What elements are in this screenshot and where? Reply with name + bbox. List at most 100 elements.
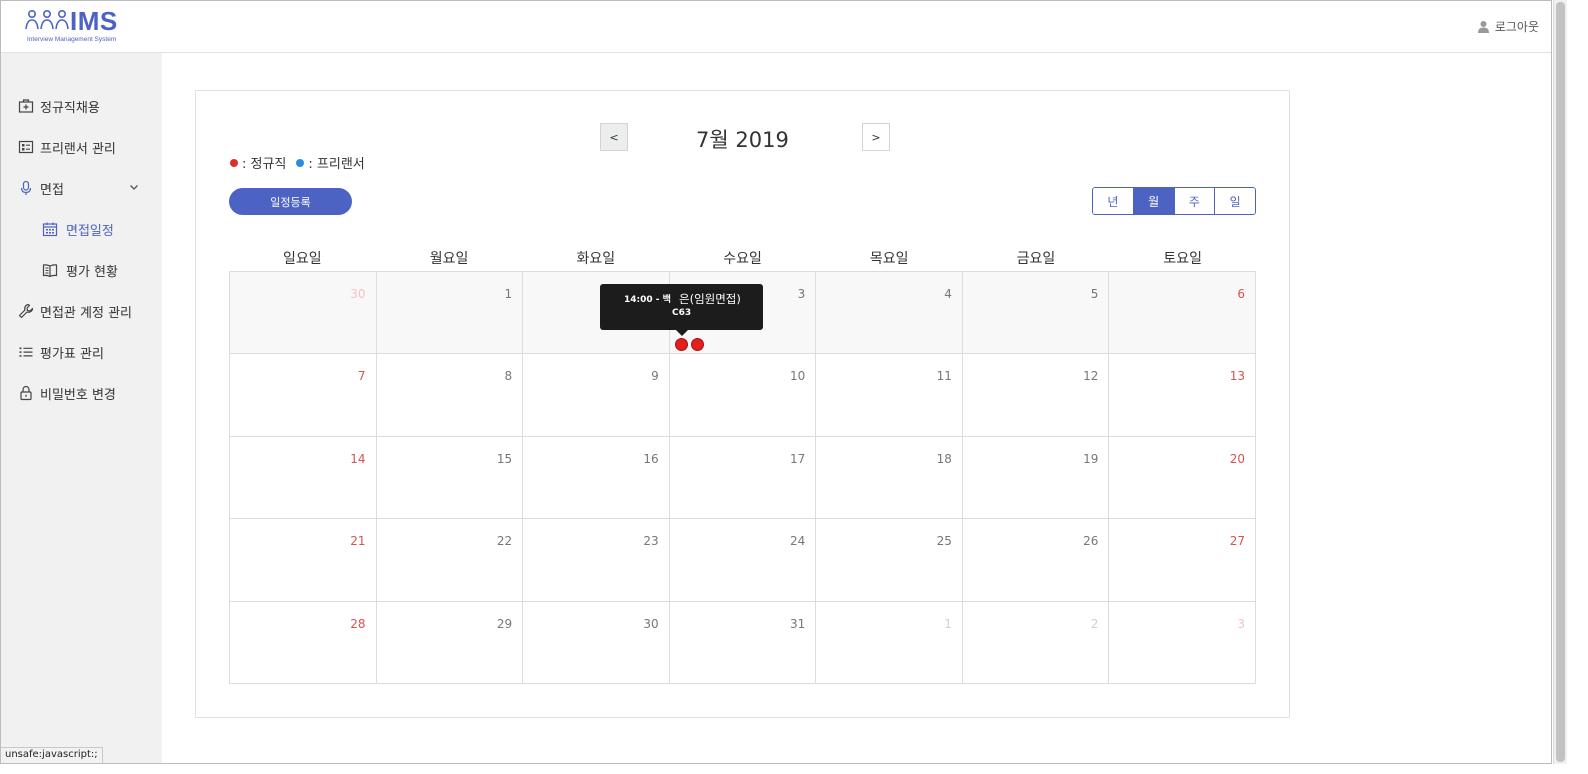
sidebar-item-label: 평가표 관리 (40, 347, 104, 362)
calendar-day-cell[interactable]: 1 (816, 601, 963, 684)
red-dot-icon (230, 158, 238, 167)
calendar-day-cell[interactable]: 11 (816, 354, 963, 437)
logout-label: 로그아웃 (1494, 20, 1539, 34)
day-number: 17 (790, 451, 806, 466)
calendar-day-cell[interactable]: 1 (376, 272, 524, 355)
calendar-day-cell[interactable]: 21 (230, 519, 377, 602)
sidebar-item-interview-schedule[interactable]: 면접일정 (1, 214, 162, 244)
calendar-day-cell[interactable]: 19 (962, 436, 1110, 520)
weekday-fri: 금요일 (1016, 251, 1056, 267)
sidebar-item-label: 평가 현황 (66, 265, 118, 280)
calendar-day-cell[interactable]: 5 (962, 272, 1110, 355)
day-number: 16 (643, 451, 659, 466)
calendar-day-cell[interactable]: 20 (1109, 436, 1256, 520)
status-bar-url: unsafe:javascript:; (1, 747, 103, 763)
view-day-button[interactable]: 일 (1214, 188, 1255, 214)
event-dot-regular[interactable] (691, 338, 704, 351)
logo-text: IMS (70, 6, 118, 36)
calendar-day-cell[interactable]: 22 (376, 519, 524, 602)
sidebar-item-change-password[interactable]: 비밀번호 변경 (1, 378, 162, 408)
day-number: 19 (1083, 451, 1099, 466)
logout-link[interactable]: 로그아웃 (1477, 18, 1539, 35)
sidebar-item-label: 프리랜서 관리 (40, 142, 116, 157)
day-number: 6 (1237, 287, 1245, 301)
sidebar-item-evaluation-sheet[interactable]: 평가표 관리 (1, 337, 162, 367)
day-number: 21 (350, 534, 366, 549)
calendar-day-cell[interactable]: 24 (669, 519, 817, 602)
event-dot-regular[interactable] (675, 338, 688, 351)
legend-label: : 프리랜서 (308, 157, 365, 172)
calendar-day-cell[interactable]: 30 (523, 601, 670, 684)
day-number: 31 (790, 616, 806, 631)
prev-month-button[interactable]: < (600, 123, 628, 151)
calendar-day-cell[interactable]: 9 (523, 354, 670, 437)
calendar-day-cell[interactable]: 26 (962, 519, 1110, 602)
calendar-day-cell[interactable]: 13 (1109, 354, 1256, 437)
logo-subtitle: Interview Management System (27, 36, 117, 43)
calendar-day-cell[interactable]: 23 (523, 519, 670, 602)
day-number: 13 (1229, 369, 1245, 384)
sidebar-item-label: 정규직채용 (40, 101, 100, 116)
calendar-day-cell[interactable]: 2 (962, 601, 1110, 684)
scrollbar-thumb[interactable] (1556, 2, 1565, 762)
day-number: 15 (496, 451, 513, 466)
day-number: 18 (936, 451, 952, 466)
day-number: 10 (790, 369, 806, 384)
day-number: 2 (1090, 616, 1099, 631)
view-year-button[interactable]: 년 (1093, 188, 1133, 214)
view-week-button[interactable]: 주 (1173, 188, 1215, 214)
sidebar-item-freelancer[interactable]: 프리랜서 관리 (1, 132, 162, 162)
legend-item-freelancer: : 프리랜서 (296, 153, 365, 172)
day-number: 1 (944, 616, 952, 631)
vertical-scrollbar[interactable] (1553, 0, 1567, 764)
calendar-day-cell[interactable]: 3 (1109, 601, 1256, 684)
calendar-day-cell[interactable]: 31 (669, 601, 817, 684)
calendar-day-cell[interactable]: 30 (230, 272, 377, 355)
day-number: 11 (936, 369, 952, 384)
sidebar-item-evaluation-status[interactable]: 평가 현황 (1, 255, 162, 285)
calendar-day-cell[interactable]: 14 (230, 436, 377, 520)
calendar-day-cell[interactable]: 28 (230, 601, 377, 684)
calendar-day-cell[interactable]: 7 (230, 354, 377, 437)
weekday-thu: 목요일 (869, 251, 909, 267)
calendar-day-cell[interactable]: 10 (669, 354, 817, 437)
calendar-day-cell[interactable]: 25 (816, 519, 963, 602)
day-number: 30 (643, 616, 659, 631)
calendar-day-cell[interactable]: 18 (816, 436, 963, 520)
legend-label: : 정규직 (242, 157, 287, 172)
view-month-button[interactable]: 월 (1132, 188, 1174, 214)
add-schedule-button[interactable]: 일정등록 (229, 188, 352, 215)
sidebar-item-label: 면접일정 (66, 224, 114, 239)
calendar-day-cell[interactable]: 15 (376, 436, 524, 520)
calendar-day-cell[interactable]: 27 (1109, 519, 1256, 602)
id-card-icon (18, 140, 34, 154)
weekday-sat: 토요일 (1163, 251, 1202, 267)
sidebar-item-regular-hiring[interactable]: 정규직채용 (1, 91, 162, 121)
day-number: 20 (1229, 451, 1245, 466)
calendar-icon (42, 222, 58, 237)
day-number: 8 (504, 369, 513, 384)
sidebar-item-interview[interactable]: 면접 (1, 173, 162, 203)
next-month-button[interactable]: > (862, 123, 890, 151)
day-number: 14 (350, 451, 366, 466)
ims-logo[interactable]: IMS Interview Management System (25, 6, 129, 45)
day-number: 26 (1083, 534, 1099, 549)
calendar-day-cell[interactable]: 8 (376, 354, 524, 437)
day-number: 28 (350, 616, 366, 631)
weekday-wed: 수요일 (723, 251, 762, 267)
calendar-day-cell[interactable]: 29 (376, 601, 524, 684)
day-number: 1 (504, 287, 513, 301)
sidebar: 정규직채용 프리랜서 관리 면접 면접일정 평가 현황 면접관 계정 관리 평가… (1, 53, 162, 763)
calendar-day-cell[interactable]: 16 (523, 436, 670, 520)
weekday-header: 일요일 월요일 화요일 수요일 목요일 금요일 토요일 (229, 245, 1256, 271)
chevron-down-icon (130, 185, 138, 190)
sidebar-item-interviewer-accounts[interactable]: 면접관 계정 관리 (1, 296, 162, 326)
calendar-day-cell[interactable]: 12 (962, 354, 1110, 437)
tooltip-time: 14:00 - 백 (624, 295, 671, 305)
sidebar-item-label: 비밀번호 변경 (40, 388, 116, 403)
calendar-day-cell[interactable]: 4 (816, 272, 963, 355)
calendar-day-cell[interactable]: 6 (1109, 272, 1256, 355)
people-logo-icon (25, 9, 69, 30)
weekday-tue: 화요일 (576, 251, 616, 267)
calendar-day-cell[interactable]: 17 (669, 436, 817, 520)
